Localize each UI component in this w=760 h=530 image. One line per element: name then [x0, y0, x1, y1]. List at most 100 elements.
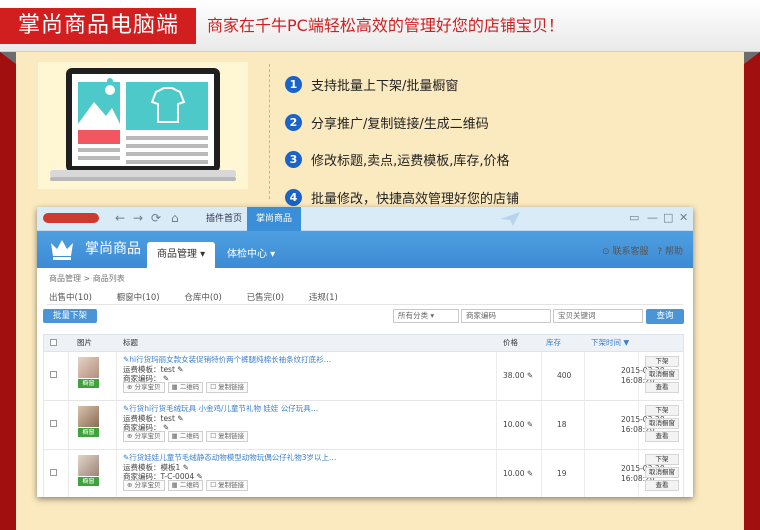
row-action-buttons: ⊕ 分享宝贝 ▦ 二维码 ☐ 复制链接: [123, 480, 251, 491]
breadcrumb[interactable]: 商品管理 > 商品列表: [49, 273, 125, 284]
showcase-tag: 橱窗: [78, 477, 99, 486]
table-row: 橱窗 ✎hi行货玛丽女款女装促销特价两个裤腿纯棉长袖条纹打底衫… 运费模板：te…: [43, 352, 684, 401]
tab-plugin-home[interactable]: 插件首页: [197, 207, 251, 231]
query-button[interactable]: 查询: [646, 309, 684, 324]
copy-link-button[interactable]: ☐ 复制链接: [206, 382, 249, 393]
cancel-showcase-button[interactable]: 取消橱窗: [645, 369, 679, 380]
ribbon-fold-left: [0, 52, 16, 64]
row-action-buttons: ⊕ 分享宝贝 ▦ 二维码 ☐ 复制链接: [123, 431, 251, 442]
tab-on-sale[interactable]: 出售中(10): [49, 293, 92, 303]
showcase-tag: 橱窗: [78, 428, 99, 437]
tab-product-manage[interactable]: 商品管理 ▾: [147, 242, 216, 268]
page: { "banner": { "brand": "掌尚商品电脑端", "tagli…: [0, 0, 760, 530]
delist-button[interactable]: 下架: [645, 405, 679, 416]
account-name-redacted: [43, 213, 99, 223]
view-button[interactable]: 查看: [645, 382, 679, 393]
batch-delist-button[interactable]: 批量下架: [43, 309, 97, 323]
customer-service-icon: ⊙: [602, 247, 610, 257]
stock-value: 18: [557, 420, 567, 429]
help-icon: ?: [657, 247, 663, 257]
row-ops: 下架 取消橱窗 查看: [645, 454, 679, 493]
forward-icon[interactable]: →: [133, 210, 143, 226]
feature-text: 支持批量上下架/批量橱窗: [311, 79, 459, 95]
tab-zhangshang[interactable]: 掌尚商品: [247, 207, 302, 231]
paper-plane-icon: [500, 212, 520, 226]
feature-item: 1 支持批量上下架/批量橱窗: [285, 66, 725, 104]
qrcode-button[interactable]: ▦ 二维码: [167, 382, 204, 393]
contact-link[interactable]: 联系客服: [612, 247, 648, 257]
app-header: 掌尚商品 商品管理 ▾ 体检中心 ▾: [37, 231, 693, 268]
content-panel: 1 支持批量上下架/批量橱窗 2 分享推广/复制链接/生成二维码 3 修改标题,卖点,…: [16, 52, 744, 530]
title-bar: ← → ⟳ ⌂ 插件首页 掌尚商品 ▭ — □ ✕: [37, 207, 693, 231]
status-tabs: 出售中(10) 橱窗中(10) 仓库中(0) 已售完(0) 违规(1): [49, 291, 360, 303]
cancel-showcase-button[interactable]: 取消橱窗: [645, 467, 679, 478]
maximize-icon[interactable]: □: [663, 211, 673, 225]
col-stock[interactable]: 库存: [546, 335, 561, 351]
stock-value: 400: [557, 371, 572, 380]
refresh-icon[interactable]: ⟳: [151, 210, 161, 226]
tab-warehouse[interactable]: 仓库中(0): [184, 293, 222, 303]
view-button[interactable]: 查看: [645, 480, 679, 491]
row-checkbox[interactable]: [50, 469, 57, 476]
product-thumbnail[interactable]: [78, 406, 99, 427]
product-thumbnail[interactable]: [78, 357, 99, 378]
share-button[interactable]: ⊕ 分享宝贝: [123, 480, 165, 491]
col-image: 图片: [77, 338, 92, 347]
number-badge: 1: [285, 76, 302, 94]
qrcode-button[interactable]: ▦ 二维码: [167, 480, 204, 491]
price-value[interactable]: 38.00 ✎: [503, 371, 533, 380]
divider: [47, 304, 683, 305]
feature-text: 批量修改，快捷高效管理好您的店铺: [311, 191, 520, 207]
share-button[interactable]: ⊕ 分享宝贝: [123, 431, 165, 442]
tab-health-check[interactable]: 体检中心 ▾: [217, 242, 285, 268]
tab-sold-out[interactable]: 已售完(0): [247, 293, 285, 303]
feature-list: 1 支持批量上下架/批量橱窗 2 分享推广/复制链接/生成二维码 3 修改标题,卖点,…: [285, 66, 725, 216]
minimize-icon[interactable]: —: [647, 211, 658, 225]
cancel-showcase-button[interactable]: 取消橱窗: [645, 418, 679, 429]
merchant-code-input[interactable]: 商家编码: [461, 309, 551, 323]
copy-link-button[interactable]: ☐ 复制链接: [206, 431, 249, 442]
help-link[interactable]: 帮助: [665, 247, 683, 257]
message-icon[interactable]: ▭: [629, 211, 639, 225]
view-button[interactable]: 查看: [645, 431, 679, 442]
tab-violation[interactable]: 违规(1): [309, 293, 338, 303]
row-checkbox[interactable]: [50, 420, 57, 427]
select-all-checkbox[interactable]: [50, 339, 57, 346]
top-banner: 掌尚商品电脑端 商家在千牛PC端轻松高效的管理好您的店铺宝贝！: [0, 0, 760, 52]
col-price[interactable]: 价格: [503, 335, 518, 351]
tab-showcase[interactable]: 橱窗中(10): [117, 293, 160, 303]
number-badge: 4: [285, 188, 302, 206]
product-thumbnail[interactable]: [78, 455, 99, 476]
share-button[interactable]: ⊕ 分享宝贝: [123, 382, 165, 393]
crown-icon: [51, 240, 73, 260]
back-icon[interactable]: ←: [115, 210, 125, 226]
copy-link-button[interactable]: ☐ 复制链接: [206, 480, 249, 491]
delist-button[interactable]: 下架: [645, 454, 679, 465]
category-select[interactable]: 所有分类 ▾: [393, 309, 459, 323]
feature-item: 2 分享推广/复制链接/生成二维码: [285, 104, 725, 142]
home-icon[interactable]: ⌂: [171, 210, 179, 226]
header-links: ⊙ 联系客服 ? 帮助: [602, 246, 683, 258]
stock-value: 19: [557, 469, 567, 478]
row-checkbox[interactable]: [50, 371, 57, 378]
laptop-icon: [50, 68, 236, 181]
close-icon[interactable]: ✕: [679, 211, 688, 225]
table-header: 图片 标题 价格 库存 下架时间 ▼: [43, 334, 684, 352]
number-badge: 2: [285, 113, 302, 131]
delist-button[interactable]: 下架: [645, 356, 679, 367]
keyword-input[interactable]: 宝贝关键词: [553, 309, 643, 323]
feature-text: 修改标题,卖点,运费模板,库存,价格: [311, 154, 510, 170]
app-window: ← → ⟳ ⌂ 插件首页 掌尚商品 ▭ — □ ✕ 掌尚商品 商品管理 ▾ 体检…: [37, 207, 693, 497]
col-title: 标题: [123, 338, 138, 347]
laptop-illustration: [38, 62, 248, 189]
brand-title: 掌尚商品电脑端: [0, 8, 196, 44]
col-delist-time[interactable]: 下架时间 ▼: [591, 335, 629, 351]
table-row: 橱窗 ✎行货hi行货毛绒玩具 小金鸡/儿童节礼物 娃娃 公仔玩具… 运费模板：t…: [43, 401, 684, 450]
feature-text: 分享推广/复制链接/生成二维码: [311, 116, 489, 132]
feature-item: 3 修改标题,卖点,运费模板,库存,价格: [285, 141, 725, 179]
price-value[interactable]: 10.00 ✎: [503, 420, 533, 429]
table-row: 橱窗 ✎行货娃娃儿童节毛绒静态动物模型动物玩偶公仔礼物3岁以上… 运费模板：模板…: [43, 450, 684, 497]
app-title: 掌尚商品: [85, 241, 141, 257]
price-value[interactable]: 10.00 ✎: [503, 469, 533, 478]
qrcode-button[interactable]: ▦ 二维码: [167, 431, 204, 442]
